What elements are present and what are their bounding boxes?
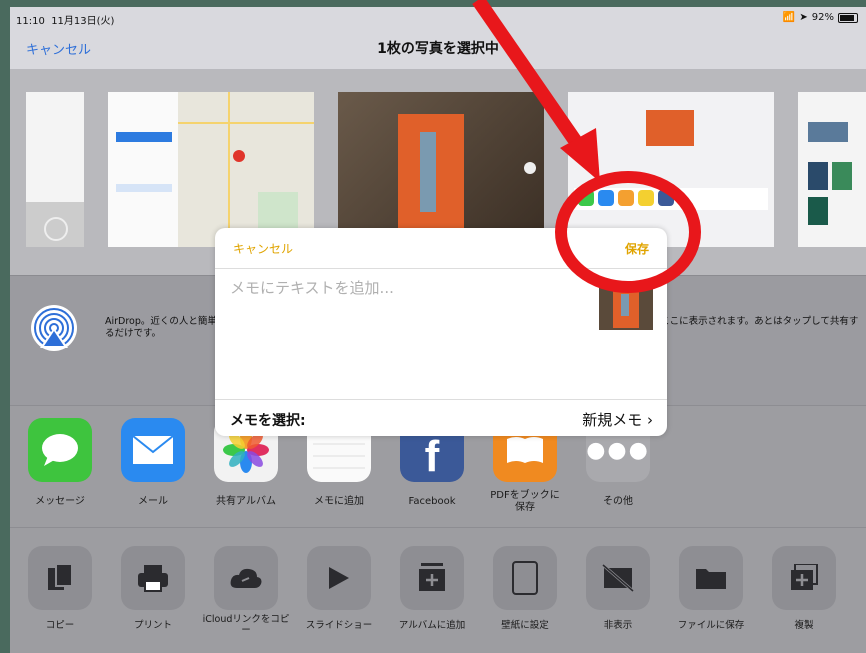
cloud-link-icon [214, 546, 278, 610]
action-label: スライドショー [305, 620, 373, 631]
battery-percent: 92% [811, 12, 834, 23]
action-label: プリント [133, 620, 172, 631]
app-messages[interactable]: メッセージ [16, 418, 104, 508]
photo-thumbnail[interactable] [26, 92, 84, 247]
photo-thumbnail[interactable] [338, 92, 544, 247]
select-note-label: メモを選択: [230, 413, 306, 429]
app-label: メール [138, 496, 168, 507]
action-label: 複製 [794, 620, 814, 631]
wifi-icon: 📶 [782, 12, 796, 23]
action-label: ファイルに保存 [677, 620, 745, 631]
action-print[interactable]: プリント [108, 546, 198, 631]
photo-thumbnail[interactable] [108, 92, 314, 247]
battery-icon [838, 12, 858, 23]
new-note-selector[interactable]: 新規メモ › [582, 409, 653, 430]
play-icon [307, 546, 371, 610]
copy-icon [28, 546, 92, 610]
action-label: アルバムに追加 [398, 620, 466, 631]
status-bar: 11:10 11月13日(火) 📶 ➤ 92% [10, 7, 866, 29]
action-icloud-link[interactable]: iCloudリンクをコピー [201, 546, 291, 636]
dialog-cancel-button[interactable]: キャンセル [233, 240, 293, 257]
app-label: Facebook [408, 496, 456, 507]
photo-thumbnail[interactable] [798, 92, 866, 247]
location-icon: ➤ [799, 12, 808, 23]
nav-bar: キャンセル 1枚の写真を選択中 [10, 29, 866, 70]
ipad-icon [493, 546, 557, 610]
add-to-notes-dialog: キャンセル 保存 メモにテキストを追加... メモを選択: 新規メモ › [215, 228, 667, 436]
status-right: 📶 ➤ 92% [783, 12, 858, 23]
photo-thumbnail[interactable] [568, 92, 774, 247]
printer-icon [121, 546, 185, 610]
duplicate-icon [772, 546, 836, 610]
app-mail[interactable]: メール [109, 418, 197, 508]
attached-photo-thumbnail [599, 282, 653, 330]
messages-icon [28, 418, 92, 482]
action-save-to-files[interactable]: ファイルに保存 [666, 546, 756, 631]
action-set-wallpaper[interactable]: 壁紙に設定 [480, 546, 570, 631]
app-label: 共有アルバム [216, 496, 276, 507]
app-label: PDFをブックに保存 [490, 490, 560, 513]
mail-icon [121, 418, 185, 482]
status-time: 11:10 11月13日(火) [16, 16, 115, 27]
action-label: コピー [45, 620, 75, 631]
action-label: 壁紙に設定 [501, 620, 549, 631]
folder-icon [679, 546, 743, 610]
page-title: 1枚の写真を選択中 [377, 41, 499, 57]
action-add-to-album[interactable]: アルバムに追加 [387, 546, 477, 631]
action-row: コピー プリント iCloudリンクをコピー スライドショー アルバムに追加 壁… [10, 527, 866, 653]
divider [215, 399, 667, 400]
note-text-input[interactable]: メモにテキストを追加... [230, 277, 394, 298]
action-slideshow[interactable]: スライドショー [294, 546, 384, 631]
hide-icon [586, 546, 650, 610]
divider [215, 268, 667, 269]
add-album-icon [400, 546, 464, 610]
app-label: メッセージ [35, 496, 85, 507]
app-label: メモに追加 [314, 496, 364, 507]
dialog-save-button[interactable]: 保存 [625, 240, 649, 257]
action-duplicate[interactable]: 複製 [759, 546, 849, 631]
action-hide[interactable]: 非表示 [573, 546, 663, 631]
airdrop-icon[interactable] [30, 304, 78, 352]
action-label: 非表示 [603, 620, 633, 631]
app-label: その他 [603, 496, 633, 507]
action-copy[interactable]: コピー [15, 546, 105, 631]
action-label: iCloudリンクをコピー [202, 614, 290, 636]
